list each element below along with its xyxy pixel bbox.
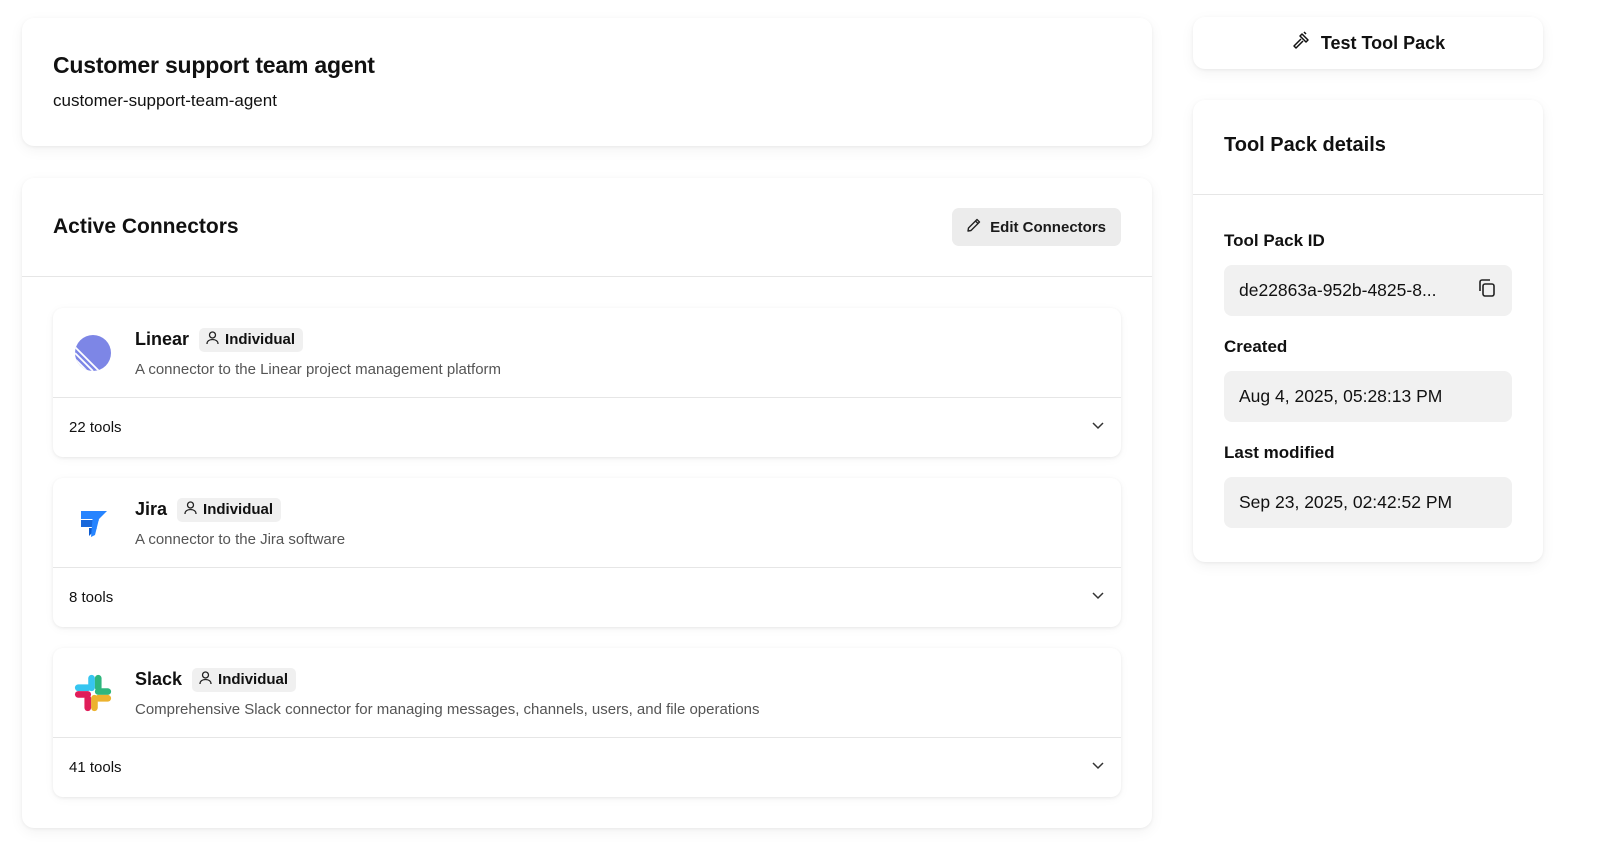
tools-count: 22 tools [69, 418, 122, 436]
connector-summary: Linear Individual A connector to the Lin… [53, 308, 1121, 398]
agent-header-card: Customer support team agent customer-sup… [22, 18, 1152, 146]
copy-icon[interactable] [1477, 278, 1497, 303]
linear-logo-icon [73, 333, 113, 373]
created-field: Aug 4, 2025, 05:28:13 PM [1224, 371, 1512, 422]
individual-badge: Individual [192, 667, 297, 692]
slack-logo-icon [73, 673, 113, 713]
created-label: Created [1224, 337, 1288, 356]
connectors-header: Active Connectors Edit Connectors [22, 178, 1152, 277]
details-heading: Tool Pack details [1193, 100, 1543, 195]
badge-label: Individual [225, 331, 296, 348]
user-icon [206, 330, 219, 349]
connector-description: Comprehensive Slack connector for managi… [135, 700, 760, 718]
tool-pack-id-field: de22863a-952b-4825-8... [1224, 265, 1512, 316]
jira-logo-icon [73, 503, 113, 543]
last-modified-field: Sep 23, 2025, 02:42:52 PM [1224, 477, 1512, 528]
chevron-down-icon[interactable] [1091, 418, 1105, 437]
individual-badge: Individual [199, 327, 304, 352]
connector-name: Linear [135, 329, 190, 349]
test-tool-pack-label: Test Tool Pack [1320, 32, 1446, 53]
test-tool-pack-button[interactable]: Test Tool Pack [1193, 17, 1543, 69]
last-modified-value: Sep 23, 2025, 02:42:52 PM [1239, 492, 1453, 512]
user-icon [184, 500, 197, 519]
connector-description: A connector to the Linear project manage… [135, 360, 502, 378]
hammer-icon [1291, 30, 1311, 56]
badge-label: Individual [203, 501, 274, 518]
connector-name: Slack [135, 669, 183, 689]
tools-toggle[interactable]: 8 tools [53, 568, 1121, 626]
edit-connectors-label: Edit Connectors [990, 218, 1106, 236]
tool-pack-id-label: Tool Pack ID [1224, 231, 1325, 250]
tool-pack-id-value: de22863a-952b-4825-8... [1239, 280, 1437, 300]
edit-connectors-button[interactable]: Edit Connectors [952, 208, 1121, 246]
agent-title: Customer support team agent [53, 52, 375, 78]
chevron-down-icon[interactable] [1091, 588, 1105, 607]
tools-count: 8 tools [69, 588, 114, 606]
created-value: Aug 4, 2025, 05:28:13 PM [1239, 386, 1443, 406]
agent-slug: customer-support-team-agent [53, 91, 277, 110]
connector-summary: Slack Individual Comprehensive Slack con… [53, 648, 1121, 738]
tools-count: 41 tools [69, 758, 122, 776]
connector-description: A connector to the Jira software [135, 530, 346, 548]
tool-pack-details-card: Tool Pack details Tool Pack ID de22863a-… [1193, 100, 1543, 562]
connector-jira: Jira Individual A connector to the Jira … [53, 478, 1121, 627]
last-modified-label: Last modified [1224, 443, 1335, 462]
active-connectors-card: Active Connectors Edit Connectors Linear… [22, 178, 1152, 828]
chevron-down-icon[interactable] [1091, 758, 1105, 777]
tools-toggle[interactable]: 22 tools [53, 398, 1121, 456]
badge-label: Individual [218, 671, 289, 688]
individual-badge: Individual [177, 497, 282, 522]
connector-linear: Linear Individual A connector to the Lin… [53, 308, 1121, 457]
connector-name: Jira [135, 499, 168, 519]
connector-list: Linear Individual A connector to the Lin… [22, 277, 1152, 797]
pencil-icon [966, 217, 982, 237]
connectors-heading: Active Connectors [53, 215, 239, 238]
connector-slack: Slack Individual Comprehensive Slack con… [53, 648, 1121, 797]
tools-toggle[interactable]: 41 tools [53, 738, 1121, 796]
user-icon [199, 670, 212, 689]
connector-summary: Jira Individual A connector to the Jira … [53, 478, 1121, 568]
